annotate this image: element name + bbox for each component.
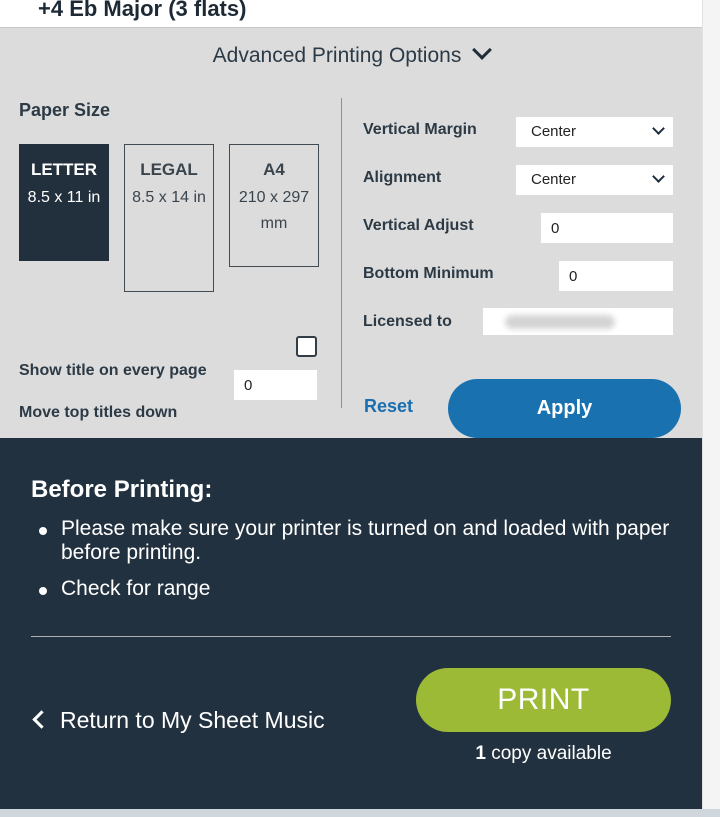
copies-available: 1 copy available	[416, 743, 671, 765]
divider	[31, 636, 671, 637]
advanced-options-toggle[interactable]: Advanced Printing Options	[0, 40, 702, 68]
margin-settings: Vertical Margin Center Alignment Center …	[342, 98, 702, 438]
alignment-label: Alignment	[363, 169, 442, 186]
paper-dimensions: 8.5 x 11 in	[27, 189, 101, 206]
list-item: Please make sure your printer is turned …	[38, 517, 678, 565]
before-printing-title: Before Printing:	[31, 476, 213, 503]
show-title-label: Show title on every page	[19, 362, 207, 379]
before-printing-panel: Before Printing: Please make sure your p…	[0, 438, 702, 809]
licensed-to-field	[483, 308, 673, 335]
alignment-select[interactable]: Center	[516, 165, 673, 195]
bottom-minimum-label: Bottom Minimum	[363, 265, 494, 282]
bottom-minimum-input[interactable]	[559, 261, 673, 291]
copies-count: 1	[475, 743, 486, 764]
key-title: +4 Eb Major (3 flats)	[38, 0, 247, 21]
paper-name: LETTER	[30, 160, 98, 179]
bottom-edge	[0, 809, 720, 817]
paper-name: LEGAL	[140, 160, 198, 179]
licensed-to-label: Licensed to	[363, 313, 452, 330]
before-printing-list: Please make sure your printer is turned …	[38, 517, 678, 613]
advanced-options-label: Advanced Printing Options	[212, 44, 462, 67]
paper-settings: Paper Size LETTER 8.5 x 11 in LEGAL 8.5 …	[0, 98, 340, 421]
key-header: +4 Eb Major (3 flats)	[0, 0, 702, 28]
vertical-margin-select[interactable]: Center	[516, 117, 673, 147]
return-to-sheet-music-link[interactable]: Return to My Sheet Music	[31, 707, 325, 734]
paper-name: A4	[263, 160, 285, 179]
apply-button[interactable]: Apply	[448, 379, 681, 438]
paper-dimensions: 8.5 x 14 in	[132, 189, 206, 206]
vertical-adjust-label: Vertical Adjust	[363, 217, 474, 234]
vertical-margin-label: Vertical Margin	[363, 121, 477, 138]
chevron-down-icon	[652, 170, 665, 183]
list-item: Check for range	[38, 577, 678, 601]
vertical-margin-value: Center	[531, 123, 577, 140]
alignment-value: Center	[531, 171, 577, 188]
copies-text: copy available	[491, 743, 612, 764]
advanced-options-panel: Advanced Printing Options Paper Size LET…	[0, 28, 702, 438]
move-titles-input[interactable]	[234, 370, 317, 400]
move-titles-label: Move top titles down	[19, 404, 178, 421]
chevron-down-icon	[652, 122, 665, 135]
redacted-licensee	[505, 315, 615, 329]
chevron-down-icon	[472, 40, 493, 60]
paper-option-a4[interactable]: A4 210 x 297 mm	[229, 144, 319, 267]
vertical-adjust-input[interactable]	[541, 213, 673, 243]
print-page: +4 Eb Major (3 flats) Advanced Printing …	[0, 0, 702, 817]
chevron-left-icon	[32, 710, 51, 729]
show-title-checkbox[interactable]	[296, 336, 317, 357]
print-button[interactable]: PRINT	[416, 668, 671, 732]
paper-option-legal[interactable]: LEGAL 8.5 x 14 in	[124, 144, 214, 292]
paper-size-label: Paper Size	[19, 100, 111, 120]
paper-dimensions: 210 x 297 mm	[238, 189, 310, 232]
scrollbar[interactable]	[702, 0, 720, 817]
paper-option-letter[interactable]: LETTER 8.5 x 11 in	[19, 144, 109, 261]
return-label: Return to My Sheet Music	[60, 707, 325, 733]
reset-button[interactable]: Reset	[364, 396, 413, 417]
